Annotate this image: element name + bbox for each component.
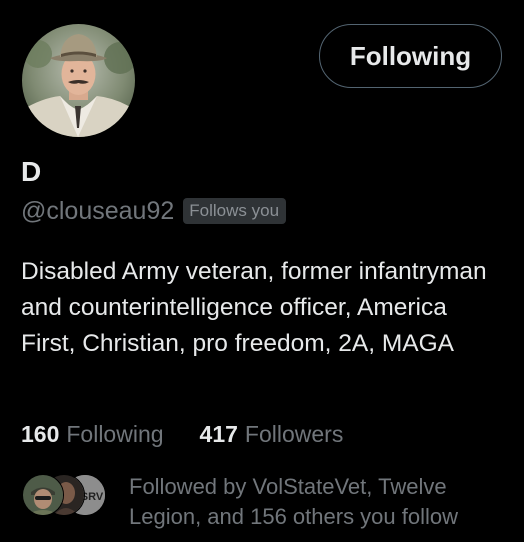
following-count: 160	[21, 421, 60, 447]
profile-avatar[interactable]	[22, 24, 135, 137]
following-stat-link[interactable]: 160 Following	[21, 420, 164, 448]
follower-avatar-1-image	[23, 475, 63, 515]
follower-avatar-1	[22, 474, 64, 516]
following-button[interactable]: Following	[319, 24, 502, 88]
followers-stat-link[interactable]: 417 Followers	[200, 420, 344, 448]
followers-label: Followers	[244, 421, 344, 447]
followed-by-text[interactable]: Followed by VolStateVet, Twelve Legion, …	[129, 472, 509, 532]
profile-avatar-image	[22, 24, 135, 137]
profile-stats: 160 Following 417 Followers	[21, 420, 343, 448]
profile-bio: Disabled Army veteran, former infantryma…	[21, 258, 487, 357]
handle-row: @clouseau92 Follows you	[21, 196, 287, 226]
profile-display-name[interactable]: D	[21, 156, 41, 188]
followers-count: 417	[199, 421, 238, 447]
profile-handle[interactable]: @clouseau92	[21, 196, 174, 226]
following-label: Following	[66, 421, 164, 447]
followed-by-avatars[interactable]: SRV	[22, 474, 112, 516]
profile-hover-card: Following D @clouseau92 Follows you Disa…	[0, 0, 524, 542]
follows-you-badge: Follows you	[183, 198, 287, 224]
